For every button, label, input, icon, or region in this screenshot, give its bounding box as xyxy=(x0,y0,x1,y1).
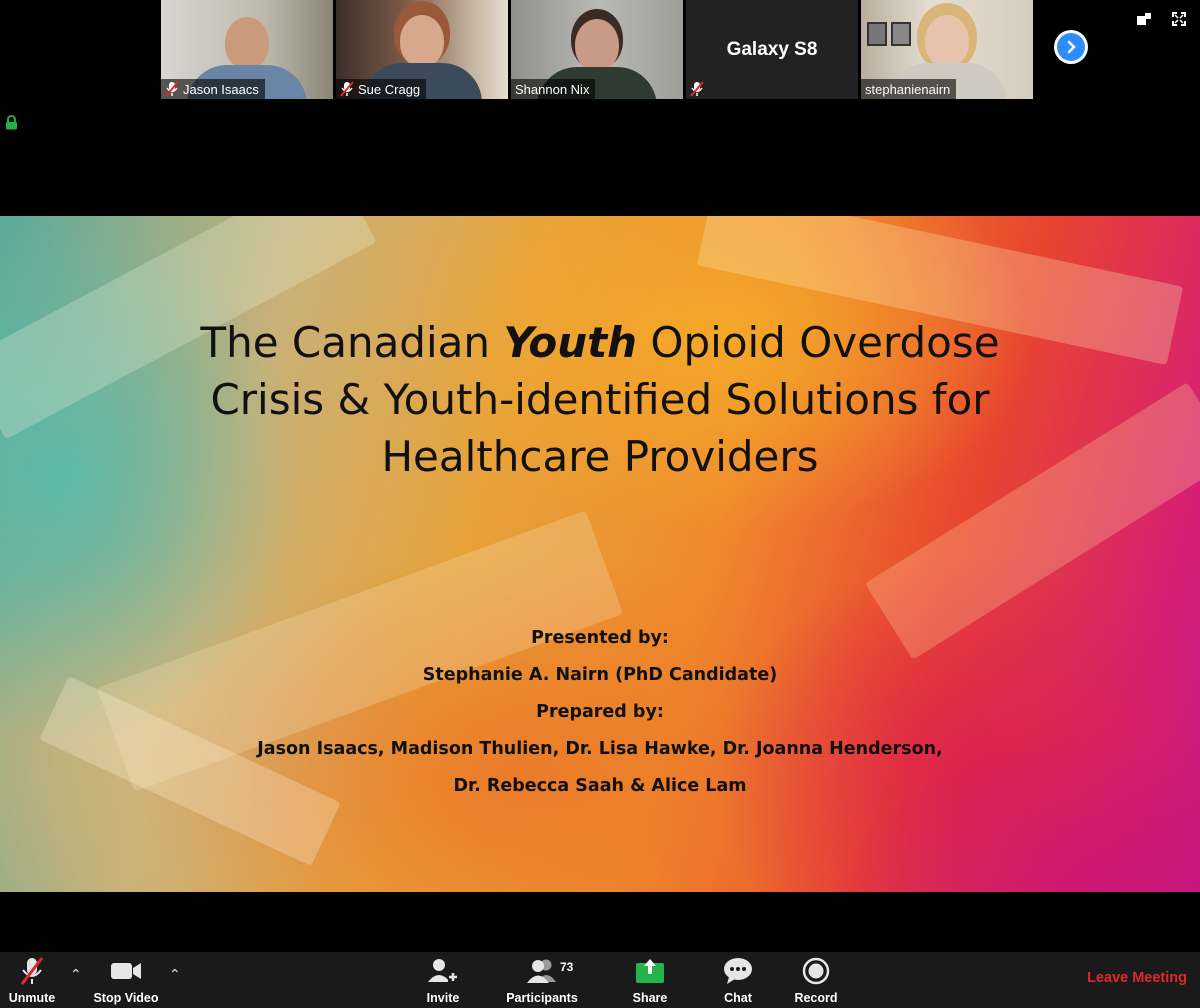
prepared-label: Prepared by: xyxy=(536,702,664,722)
muted-mic-icon xyxy=(340,81,354,97)
participant-tile[interactable]: Sue Cragg xyxy=(336,0,508,99)
title-text: Opioid Overdose xyxy=(637,318,1000,367)
participant-name: Shannon Nix xyxy=(515,81,590,97)
title-line: Healthcare Providers xyxy=(381,432,819,481)
participant-name: stephanienairn xyxy=(865,81,951,97)
participant-tile[interactable]: Shannon Nix xyxy=(511,0,683,99)
participant-name-placeholder: Galaxy S8 xyxy=(726,38,818,60)
shared-screen-slide: The Canadian Youth Opioid Overdose Crisi… xyxy=(0,216,1200,892)
participant-name: Sue Cragg xyxy=(358,81,421,97)
active-speaker-tile[interactable]: stephanienairn xyxy=(861,0,1033,99)
video-camera-icon xyxy=(110,956,142,986)
title-emphasis: Youth xyxy=(503,318,638,367)
preparers-list: Jason Isaacs, Madison Thulien, Dr. Lisa … xyxy=(257,739,943,759)
record-label: Record xyxy=(794,991,838,1005)
share-screen-button[interactable]: Share xyxy=(628,952,672,1008)
title-line: Crisis & Youth-identified Solutions for xyxy=(210,375,990,424)
unmute-label: Unmute xyxy=(8,991,56,1005)
video-options-caret-icon[interactable]: ⌃ xyxy=(169,966,181,983)
participant-namebar xyxy=(686,79,710,99)
audio-options-caret-icon[interactable]: ⌃ xyxy=(70,966,82,983)
record-button[interactable]: Record xyxy=(792,952,840,1008)
invite-button[interactable]: Invite xyxy=(420,952,466,1008)
participant-name: Jason Isaacs xyxy=(183,81,259,97)
minimize-view-icon[interactable] xyxy=(1136,12,1152,26)
stop-video-label: Stop Video xyxy=(93,991,159,1005)
muted-mic-icon xyxy=(20,956,44,986)
preparers-list: Dr. Rebecca Saah & Alice Lam xyxy=(453,776,747,796)
share-label: Share xyxy=(632,991,668,1005)
participant-count: 73 xyxy=(560,960,574,974)
next-page-button[interactable] xyxy=(1054,30,1088,64)
unmute-button[interactable]: Unmute xyxy=(6,952,58,1008)
presenter-name: Stephanie A. Nairn (PhD Candidate) xyxy=(422,665,778,685)
participants-label: Participants xyxy=(506,991,578,1005)
participant-namebar: Shannon Nix xyxy=(511,79,596,99)
participant-tile[interactable]: Galaxy S8 xyxy=(686,0,858,99)
share-screen-icon xyxy=(635,956,665,986)
participants-icon xyxy=(525,956,559,986)
chat-bubble-icon xyxy=(723,956,753,986)
participant-tile[interactable]: Jason Isaacs xyxy=(161,0,333,99)
meeting-toolbar: Unmute ⌃ Stop Video ⌃ Invite Participant… xyxy=(0,952,1200,1008)
leave-meeting-button[interactable]: Leave Meeting xyxy=(1087,970,1187,986)
encryption-lock-icon[interactable] xyxy=(5,115,18,135)
invite-label: Invite xyxy=(426,991,460,1005)
chat-button[interactable]: Chat xyxy=(716,952,760,1008)
add-person-icon xyxy=(427,956,459,986)
participant-strip: Jason Isaacs Sue Cragg Shannon Nix Galax… xyxy=(161,0,1033,99)
fullscreen-icon[interactable] xyxy=(1172,12,1186,26)
muted-mic-icon xyxy=(165,81,179,97)
chat-label: Chat xyxy=(724,991,752,1005)
wall-frame-image xyxy=(867,22,887,46)
slide-credits: Presented by: Stephanie A. Nairn (PhD Ca… xyxy=(0,620,1200,805)
chevron-right-icon xyxy=(1057,33,1085,61)
participant-namebar: Sue Cragg xyxy=(336,79,427,99)
title-text: The Canadian xyxy=(200,318,504,367)
view-controls xyxy=(1136,12,1186,26)
participant-namebar: Jason Isaacs xyxy=(161,79,265,99)
participant-namebar: stephanienairn xyxy=(861,79,957,99)
slide-title: The Canadian Youth Opioid Overdose Crisi… xyxy=(0,314,1200,485)
muted-mic-icon xyxy=(690,81,704,97)
stop-video-button[interactable]: Stop Video xyxy=(92,952,160,1008)
presented-label: Presented by: xyxy=(531,628,669,648)
record-icon xyxy=(802,956,830,986)
